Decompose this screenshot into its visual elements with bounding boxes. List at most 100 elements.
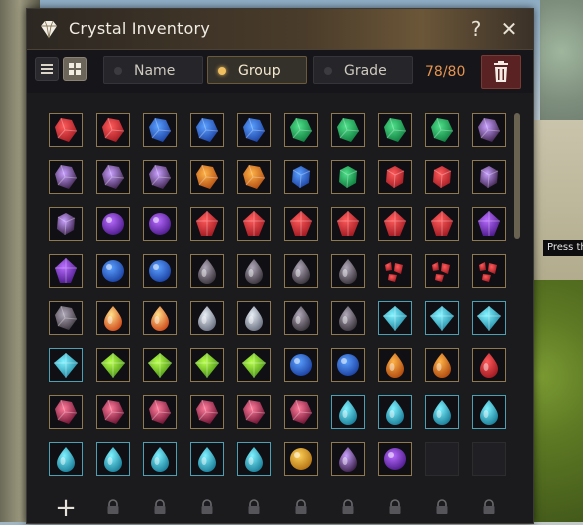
- crystal-slot[interactable]: [425, 254, 459, 288]
- crystal-slot[interactable]: [143, 254, 177, 288]
- crystal-slot[interactable]: [49, 395, 83, 429]
- crystal-slot[interactable]: [331, 160, 365, 194]
- crystal-slot[interactable]: [331, 254, 365, 288]
- crystal-slot[interactable]: [96, 395, 130, 429]
- crystal-slot[interactable]: [96, 113, 130, 147]
- cyan-drop-icon: [480, 400, 498, 425]
- list-view-button[interactable]: [35, 57, 59, 81]
- crystal-slot[interactable]: [378, 113, 412, 147]
- crystal-slot[interactable]: [378, 301, 412, 335]
- sort-by-grade-button[interactable]: Grade: [313, 56, 413, 84]
- sort-by-group-button[interactable]: Group: [207, 56, 307, 84]
- crystal-slot[interactable]: [237, 113, 271, 147]
- crystal-slot[interactable]: [49, 348, 83, 382]
- crystal-slot[interactable]: [284, 348, 318, 382]
- crystal-slot[interactable]: [425, 160, 459, 194]
- crystal-slot[interactable]: [425, 301, 459, 335]
- crystal-slot[interactable]: [143, 301, 177, 335]
- crystal-slot[interactable]: [472, 160, 506, 194]
- crystal-slot[interactable]: [472, 395, 506, 429]
- crystal-slot[interactable]: [284, 207, 318, 241]
- crystal-slot[interactable]: [237, 442, 271, 476]
- crystal-slot[interactable]: [284, 301, 318, 335]
- crystal-slot[interactable]: [190, 442, 224, 476]
- crystal-slot[interactable]: [237, 395, 271, 429]
- sort-by-name-button[interactable]: Name: [103, 56, 203, 84]
- crystal-slot[interactable]: [425, 207, 459, 241]
- crystal-slot[interactable]: [96, 160, 130, 194]
- crystal-slot[interactable]: [237, 254, 271, 288]
- crystal-slot[interactable]: [284, 395, 318, 429]
- crystal-slot[interactable]: [237, 160, 271, 194]
- crystal-slot[interactable]: [237, 348, 271, 382]
- red-crystal-icon: [290, 211, 312, 236]
- delete-button[interactable]: [481, 55, 521, 89]
- crystal-slot[interactable]: [49, 207, 83, 241]
- crystal-slot[interactable]: [143, 348, 177, 382]
- crystal-slot[interactable]: [143, 113, 177, 147]
- crystal-slot[interactable]: [331, 113, 365, 147]
- crystal-slot[interactable]: [96, 207, 130, 241]
- green-shard-icon: [384, 117, 407, 142]
- crystal-slot[interactable]: [472, 113, 506, 147]
- crystal-slot[interactable]: [96, 301, 130, 335]
- empty-slot[interactable]: [425, 442, 459, 476]
- crystal-slot[interactable]: [331, 348, 365, 382]
- crystal-slot[interactable]: [331, 207, 365, 241]
- crystal-slot[interactable]: [190, 254, 224, 288]
- crystal-slot[interactable]: [331, 395, 365, 429]
- crystal-slot[interactable]: [284, 254, 318, 288]
- crystal-slot[interactable]: [378, 348, 412, 382]
- crystal-slot[interactable]: [49, 254, 83, 288]
- crystal-slot[interactable]: [143, 160, 177, 194]
- crystal-slot[interactable]: [49, 113, 83, 147]
- crystal-slot[interactable]: [237, 207, 271, 241]
- crystal-slot[interactable]: [190, 395, 224, 429]
- red-fragments-icon: [432, 262, 450, 282]
- crystal-slot[interactable]: [284, 113, 318, 147]
- crystal-slot[interactable]: [425, 348, 459, 382]
- crystal-slot[interactable]: [49, 160, 83, 194]
- crystal-slot[interactable]: [425, 113, 459, 147]
- crystal-slot[interactable]: [49, 442, 83, 476]
- crystal-slot[interactable]: [143, 207, 177, 241]
- crystal-slot[interactable]: [143, 395, 177, 429]
- crystal-slot[interactable]: [472, 254, 506, 288]
- crystal-slot[interactable]: [378, 254, 412, 288]
- crystal-slot[interactable]: [190, 301, 224, 335]
- violet-shard-icon: [102, 164, 125, 189]
- crystal-slot[interactable]: [96, 442, 130, 476]
- scrollbar-thumb[interactable]: [514, 113, 520, 239]
- crystal-slot[interactable]: [190, 113, 224, 147]
- crystal-slot[interactable]: [378, 442, 412, 476]
- crystal-slot[interactable]: [425, 395, 459, 429]
- dark-drop-icon: [339, 306, 357, 331]
- crystal-slot[interactable]: [331, 442, 365, 476]
- close-button[interactable]: ✕: [497, 17, 521, 41]
- title-bar[interactable]: Crystal Inventory ? ✕: [27, 9, 533, 50]
- crystal-slot[interactable]: [237, 301, 271, 335]
- crystal-slot[interactable]: [472, 207, 506, 241]
- empty-slot[interactable]: [472, 442, 506, 476]
- crystal-slot[interactable]: [378, 160, 412, 194]
- crystal-slot[interactable]: [190, 207, 224, 241]
- crystal-slot[interactable]: [284, 442, 318, 476]
- locked-slot: [96, 491, 130, 525]
- crystal-slot[interactable]: [190, 160, 224, 194]
- crystal-slot[interactable]: [472, 301, 506, 335]
- crystal-slot[interactable]: [378, 207, 412, 241]
- add-slot-button[interactable]: +: [49, 491, 83, 525]
- lock-icon: [295, 499, 307, 514]
- help-button[interactable]: ?: [464, 17, 488, 41]
- grid-view-button[interactable]: [63, 57, 87, 81]
- crystal-slot[interactable]: [472, 348, 506, 382]
- crystal-slot[interactable]: [190, 348, 224, 382]
- crystal-slot[interactable]: [49, 301, 83, 335]
- ruby-shard-icon: [149, 399, 172, 424]
- crystal-slot[interactable]: [143, 442, 177, 476]
- crystal-slot[interactable]: [284, 160, 318, 194]
- crystal-slot[interactable]: [378, 395, 412, 429]
- crystal-slot[interactable]: [96, 254, 130, 288]
- crystal-slot[interactable]: [96, 348, 130, 382]
- crystal-slot[interactable]: [331, 301, 365, 335]
